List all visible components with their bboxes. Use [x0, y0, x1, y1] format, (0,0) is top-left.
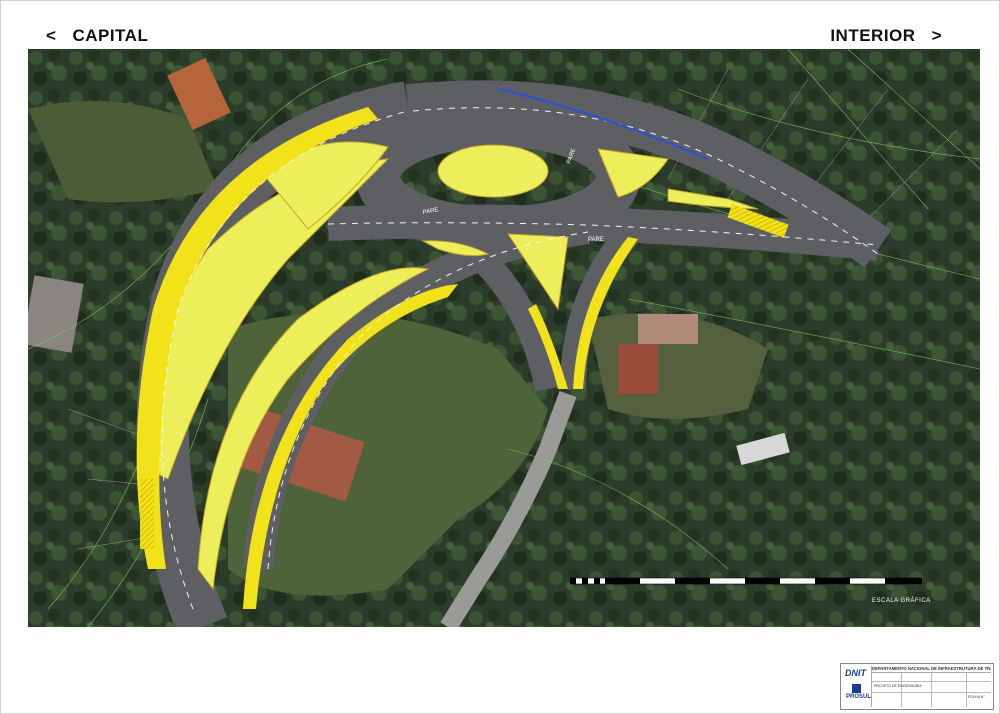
interchange-drawing: PARE PARE PARE	[28, 49, 980, 627]
capital-label: CAPITAL	[72, 26, 149, 45]
interior-label: INTERIOR	[830, 26, 916, 45]
prosul-logo: PROSUL	[846, 694, 872, 700]
title-block: DNIT PROSUL DEPARTAMENTO NACIONAL DE INF…	[840, 663, 994, 710]
sheet-label: FOLHA N°	[968, 695, 985, 699]
department-name: DEPARTAMENTO NACIONAL DE INFRAESTRUTURA …	[872, 666, 991, 673]
project-label: PROJETO DE ENGENHARIA	[874, 684, 922, 688]
scale-label: ESCALA GRÁFICA	[872, 598, 931, 604]
prosul-logo-icon	[852, 684, 861, 693]
direction-interior: INTERIOR >	[830, 26, 942, 46]
title-block-logos: DNIT PROSUL	[843, 666, 872, 707]
right-arrow: >	[931, 26, 942, 45]
left-arrow: <	[46, 26, 57, 45]
hatched-area-west	[140, 479, 154, 549]
dnit-logo: DNIT	[845, 668, 866, 678]
graphic-scale	[569, 576, 923, 606]
direction-capital: < CAPITAL	[46, 26, 148, 46]
aerial-map: PARE PARE PARE	[28, 49, 980, 627]
stop-label-3: PARE	[588, 237, 604, 243]
roundabout-center	[437, 144, 549, 198]
